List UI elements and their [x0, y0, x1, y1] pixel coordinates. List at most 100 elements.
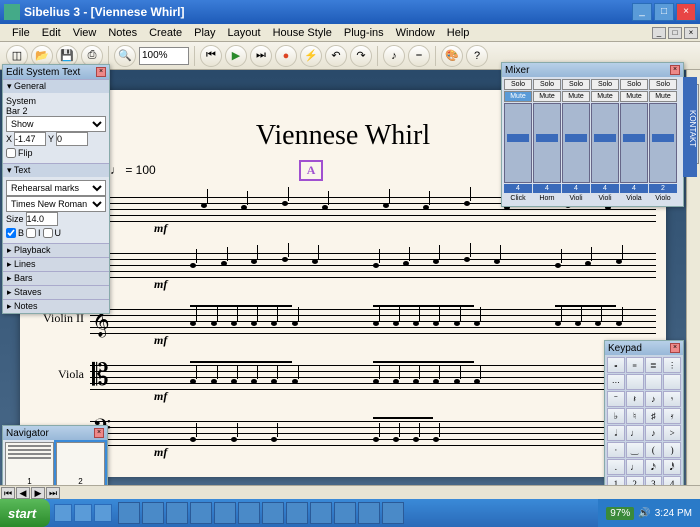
keypad-button[interactable]: ♩: [626, 425, 644, 441]
menu-window[interactable]: Window: [390, 25, 441, 41]
keypad-tab[interactable]: ≣: [645, 357, 663, 373]
menu-create[interactable]: Create: [143, 25, 188, 41]
solo-button[interactable]: Solo: [533, 79, 561, 90]
keypad-button[interactable]: ‿: [626, 442, 644, 458]
volume-fader[interactable]: [591, 103, 619, 183]
staff-cello[interactable]: Violoncello 𝄢 mf: [90, 409, 656, 465]
minimize-button[interactable]: _: [632, 3, 652, 21]
zoom-button[interactable]: 🔍: [114, 45, 136, 67]
play-button[interactable]: ▶: [225, 45, 247, 67]
taskbar-item[interactable]: [118, 502, 140, 524]
keypad-button[interactable]: 𝄽: [626, 391, 644, 407]
panel-close-button[interactable]: ×: [96, 67, 106, 77]
rehearsal-mark[interactable]: A: [299, 160, 324, 181]
menu-play[interactable]: Play: [188, 25, 221, 41]
keypad-button[interactable]: ♯: [645, 408, 663, 424]
transpose-button[interactable]: ♪: [383, 45, 405, 67]
taskbar-item[interactable]: [142, 502, 164, 524]
keypad-button[interactable]: (: [645, 442, 663, 458]
taskbar-item[interactable]: [238, 502, 260, 524]
taskbar-item[interactable]: [286, 502, 308, 524]
section-text[interactable]: ▾ Text: [3, 163, 109, 177]
solo-button[interactable]: Solo: [649, 79, 677, 90]
taskbar-item[interactable]: [334, 502, 356, 524]
staff-violin1[interactable]: Violin I 𝄞 mf: [90, 241, 656, 297]
keypad-button[interactable]: ♭: [607, 408, 625, 424]
section-notes[interactable]: ▸ Notes: [3, 299, 109, 313]
volume-fader[interactable]: [533, 103, 561, 183]
taskbar-item[interactable]: [382, 502, 404, 524]
doc-close-button[interactable]: ×: [684, 27, 698, 39]
mute-button[interactable]: Mute: [591, 91, 619, 102]
keypad-close-button[interactable]: ×: [670, 343, 680, 353]
page-next-button[interactable]: ▶: [31, 487, 45, 499]
section-bars[interactable]: ▸ Bars: [3, 271, 109, 285]
page-prev-button[interactable]: ◀: [16, 487, 30, 499]
menu-notes[interactable]: Notes: [102, 25, 143, 41]
menu-plugins[interactable]: Plug-ins: [338, 25, 390, 41]
page-first-button[interactable]: ⏮: [1, 487, 15, 499]
zoom-level-input[interactable]: [139, 47, 189, 65]
mixer-close-button[interactable]: ×: [670, 65, 680, 75]
forward-button[interactable]: ⏭: [250, 45, 272, 67]
menu-file[interactable]: File: [6, 25, 36, 41]
start-button[interactable]: start: [0, 499, 50, 527]
undo-button[interactable]: ↶: [325, 45, 347, 67]
color-button[interactable]: 🎨: [441, 45, 463, 67]
show-select[interactable]: Show: [6, 116, 106, 132]
quicklaunch-desktop-icon[interactable]: [94, 504, 112, 522]
quicklaunch-ie-icon[interactable]: [54, 504, 72, 522]
menu-house-style[interactable]: House Style: [267, 25, 338, 41]
solo-button[interactable]: Solo: [562, 79, 590, 90]
parts-button[interactable]: ⎯: [408, 45, 430, 67]
y-input[interactable]: [56, 132, 88, 146]
keypad-tab[interactable]: ⋮: [663, 357, 681, 373]
navigator-page-1[interactable]: 1: [5, 442, 54, 488]
navigator-close-button[interactable]: ×: [94, 428, 104, 438]
keypad-button[interactable]: .: [607, 459, 625, 475]
solo-button[interactable]: Solo: [591, 79, 619, 90]
keypad-button[interactable]: >: [663, 425, 681, 441]
taskbar-item[interactable]: [190, 502, 212, 524]
keypad-button[interactable]: ♪: [645, 391, 663, 407]
keypad-button[interactable]: 𝄾: [663, 391, 681, 407]
menu-view[interactable]: View: [67, 25, 103, 41]
taskbar-item[interactable]: [358, 502, 380, 524]
close-button[interactable]: ×: [676, 3, 696, 21]
menu-layout[interactable]: Layout: [222, 25, 267, 41]
size-input[interactable]: [26, 212, 58, 226]
volume-fader[interactable]: [649, 103, 677, 183]
volume-fader[interactable]: [620, 103, 648, 183]
section-playback[interactable]: ▸ Playback: [3, 243, 109, 257]
rewind-button[interactable]: ⏮: [200, 45, 222, 67]
volume-fader[interactable]: [504, 103, 532, 183]
menu-help[interactable]: Help: [441, 25, 476, 41]
solo-button[interactable]: Solo: [504, 79, 532, 90]
mute-button[interactable]: Mute: [620, 91, 648, 102]
doc-minimize-button[interactable]: _: [652, 27, 666, 39]
staff-violin2[interactable]: Violin II 𝄞 mf: [90, 297, 656, 353]
keypad-tab[interactable]: ≡: [626, 357, 644, 373]
keypad-button[interactable]: 𝄻: [607, 391, 625, 407]
solo-button[interactable]: Solo: [620, 79, 648, 90]
section-staves[interactable]: ▸ Staves: [3, 285, 109, 299]
keypad-button[interactable]: ♩: [626, 459, 644, 475]
record-button[interactable]: ●: [275, 45, 297, 67]
navigator-page-2[interactable]: 2: [56, 442, 105, 488]
keypad-tab[interactable]: 𝅝: [607, 357, 625, 373]
keypad-button[interactable]: ♪: [645, 425, 663, 441]
keypad-button[interactable]: 𝅘𝅥𝅯: [645, 459, 663, 475]
style-select[interactable]: Rehearsal marks: [6, 180, 106, 196]
help-button[interactable]: ?: [466, 45, 488, 67]
bold-checkbox[interactable]: [6, 228, 16, 238]
mute-button[interactable]: Mute: [504, 91, 532, 102]
doc-restore-button[interactable]: □: [668, 27, 682, 39]
keypad-button[interactable]: 𝅘𝅥𝅰: [663, 459, 681, 475]
tray-icon[interactable]: 🔊: [638, 508, 650, 519]
menu-edit[interactable]: Edit: [36, 25, 67, 41]
taskbar-item[interactable]: [214, 502, 236, 524]
taskbar-item[interactable]: [262, 502, 284, 524]
mute-button[interactable]: Mute: [649, 91, 677, 102]
keypad-button[interactable]: ·: [607, 442, 625, 458]
mute-button[interactable]: Mute: [533, 91, 561, 102]
